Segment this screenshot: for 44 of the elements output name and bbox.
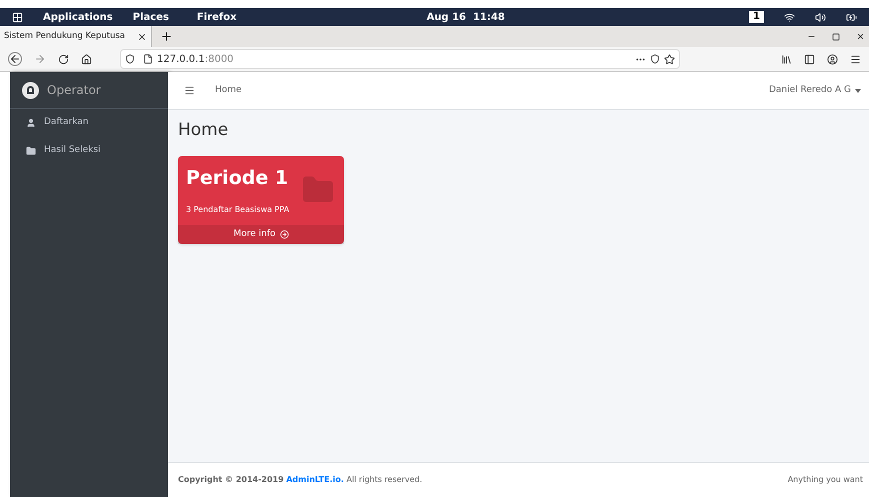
- menu-icon[interactable]: [184, 85, 195, 96]
- card-subtitle: 3 Pendaftar Beasiswa PPA: [186, 204, 290, 216]
- brand-logo-icon: [22, 82, 39, 98]
- workspace-indicator[interactable]: 1: [749, 11, 764, 23]
- account-icon[interactable]: [827, 54, 838, 64]
- user-icon: [26, 118, 36, 128]
- clock[interactable]: Aug 16 11:48: [426, 10, 505, 24]
- maximize-icon[interactable]: [832, 32, 840, 40]
- url-text: 127.0.0.1:8000: [157, 52, 234, 66]
- page-title: Home: [178, 119, 230, 142]
- forward-icon[interactable]: [34, 53, 46, 65]
- wifi-icon[interactable]: [784, 12, 795, 22]
- card-title: Periode 1: [186, 166, 288, 190]
- copyright-text: Copyright © 2014-2019 AdminLTE.io. All rights reserved.: [178, 474, 422, 486]
- activities-icon[interactable]: [12, 12, 23, 22]
- volume-icon[interactable]: [815, 12, 826, 22]
- star-icon[interactable]: [664, 54, 675, 64]
- menu-icon[interactable]: [850, 54, 861, 64]
- battery-icon[interactable]: [846, 12, 857, 22]
- close-icon[interactable]: [137, 32, 147, 42]
- page-icon: [143, 54, 153, 64]
- folder-icon: [26, 146, 36, 156]
- top-bar-menu[interactable]: Applications: [43, 10, 113, 24]
- top-bar-menu[interactable]: Places: [132, 10, 169, 24]
- home-icon[interactable]: [81, 54, 92, 64]
- sidebar-icon[interactable]: [804, 54, 815, 64]
- user-menu[interactable]: Daniel Reredo A G: [768, 84, 851, 98]
- shield-icon: [125, 54, 135, 64]
- address-bar[interactable]: 127.0.0.1:8000: [120, 49, 680, 69]
- sidebar-item[interactable]: Daftarkan: [10, 109, 168, 137]
- new-tab-icon[interactable]: [160, 30, 173, 43]
- sidebar-item[interactable]: Hasil Seleksi: [10, 137, 168, 165]
- footer-note: Anything you want: [788, 474, 863, 486]
- adminlte-link[interactable]: AdminLTE.io.: [286, 475, 344, 484]
- reload-icon[interactable]: [58, 54, 69, 64]
- brand-text[interactable]: Operator: [47, 81, 101, 99]
- breadcrumb-link[interactable]: Home: [215, 84, 242, 98]
- more-info-link[interactable]: More info: [178, 225, 344, 244]
- app-menu[interactable]: Firefox: [196, 10, 237, 24]
- browser-tab[interactable]: Sistem Pendukung Keputusa: [0, 26, 152, 47]
- library-icon[interactable]: [781, 54, 792, 64]
- close-window-icon[interactable]: [856, 32, 865, 41]
- back-icon[interactable]: [8, 52, 22, 66]
- caret-icon[interactable]: [855, 88, 861, 92]
